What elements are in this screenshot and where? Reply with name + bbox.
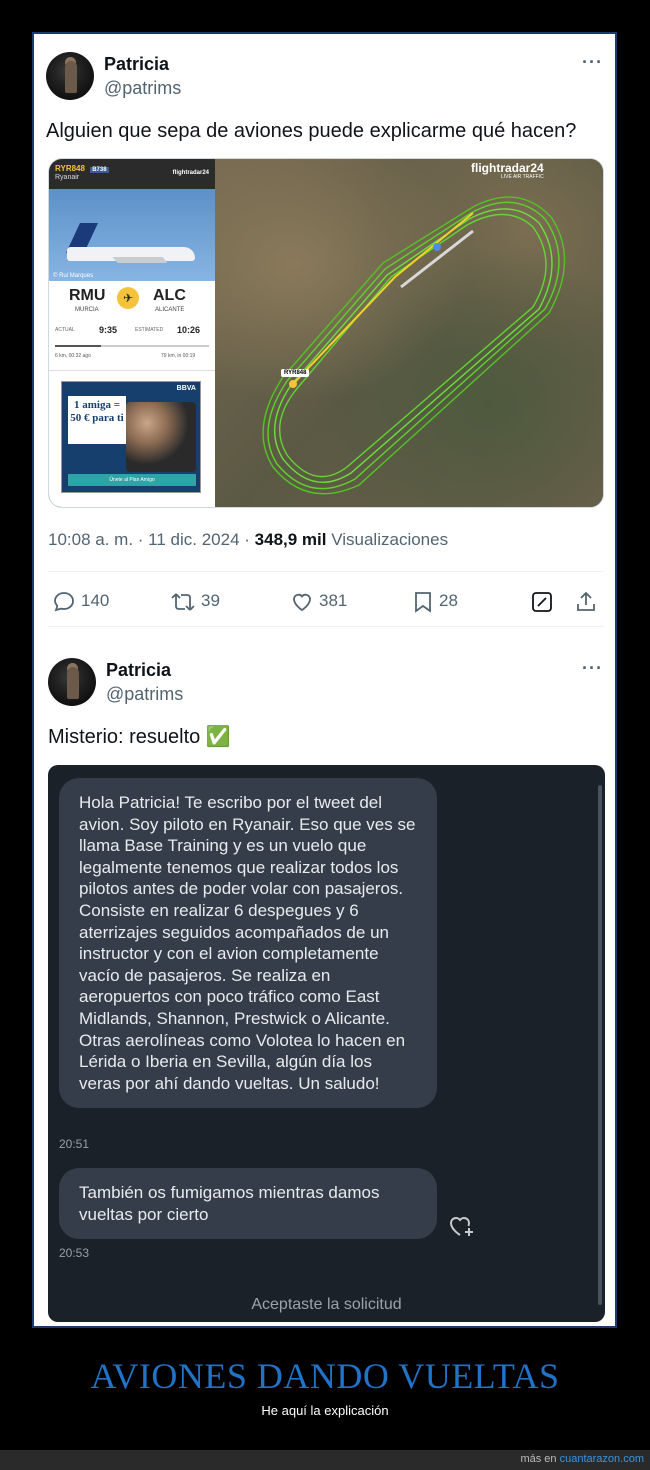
tweet-text: Misterio: resuelto ✅ — [48, 726, 231, 748]
ad-cta: Únete al Plan Amigo — [68, 474, 196, 486]
tweet-image[interactable]: RYR848 B738 Ryanair flightradar24 © Rui … — [48, 158, 604, 508]
retweet-button[interactable]: 39 — [170, 589, 220, 613]
avatar[interactable] — [48, 658, 96, 706]
share-icon — [577, 591, 595, 611]
fr24-logo-text: flightradar24 — [471, 161, 544, 175]
bookmark-icon — [415, 591, 431, 613]
callsign-tag: RYR848 — [281, 369, 310, 377]
views-label: Visualizaciones — [331, 530, 449, 549]
distance-remaining: 79 km, in 00:19 — [161, 353, 196, 359]
aircraft-type: B738 — [90, 167, 109, 173]
satellite-map: flightradar24 LIVE AIR TRAFFIC RYR848 — [215, 159, 603, 507]
estimated-time: 10:26 — [177, 325, 201, 335]
actual-time: 9:35 — [99, 325, 118, 335]
flight-track — [262, 196, 566, 495]
footer-credit: más en cuantarazon.com — [520, 1453, 644, 1465]
username[interactable]: @patrims — [104, 78, 181, 99]
reply-icon — [54, 591, 74, 611]
estimated-label: ESTIMATED — [135, 327, 164, 333]
dm-screenshot[interactable]: Hola Patricia! Te escribo por el tweet d… — [48, 765, 605, 1322]
like-count: 381 — [319, 591, 348, 610]
divider — [48, 626, 604, 627]
display-name[interactable]: Patricia — [106, 660, 171, 681]
grok-icon — [532, 591, 552, 612]
flightradar24-logo: flightradar24 LIVE AIR TRAFFIC — [471, 161, 544, 180]
tweet-meta: 10:08 a. m. · 11 dic. 2024 · 348,9 mil V… — [48, 530, 448, 550]
distance-flown: 6 km, 00:32 ago — [55, 353, 91, 359]
display-name[interactable]: Patricia — [104, 54, 169, 75]
message-bubble: Hola Patricia! Te escribo por el tweet d… — [59, 778, 437, 1109]
origin-code: RMU — [69, 287, 106, 304]
retweet-icon — [171, 592, 195, 611]
post-subtitle: He aquí la explicación — [261, 1403, 389, 1418]
ad-text: 1 amiga = 50 € para ti — [68, 396, 126, 444]
origin-city: MURCIA — [75, 307, 99, 313]
more-options-icon[interactable]: ··· — [582, 658, 603, 679]
bbva-ad: BBVA 1 amiga = 50 € para ti Únete al Pla… — [61, 381, 201, 493]
site-link[interactable]: cuantarazon.com — [560, 1453, 644, 1465]
message-timestamp: 20:53 — [59, 1246, 90, 1260]
fr24-small-logo: flightradar24 — [172, 170, 209, 176]
aircraft-photo: © Rui Marques — [49, 189, 215, 281]
route-info: RMU MURCIA ✈ ALC ALICANTE ACTUAL 9:35 ES… — [49, 281, 215, 371]
footer-bar: más en cuantarazon.com — [0, 1450, 650, 1470]
views-count: 348,9 mil — [254, 530, 327, 549]
ad-brand: BBVA — [176, 385, 196, 392]
heart-icon — [293, 593, 311, 611]
reply-count: 140 — [81, 591, 110, 610]
scrollbar[interactable] — [598, 785, 602, 1305]
destination-code: ALC — [153, 287, 186, 304]
message-bubble: También os fumigamos mientras damos vuel… — [59, 1168, 437, 1240]
share-button[interactable] — [574, 589, 603, 613]
request-accepted-notice: Aceptaste la solicitud — [251, 1296, 402, 1313]
ad-photo — [126, 402, 196, 472]
avatar[interactable] — [46, 52, 94, 100]
bookmark-button[interactable]: 28 — [412, 589, 458, 613]
divider — [48, 571, 604, 572]
retweet-count: 39 — [201, 591, 220, 610]
bookmark-count: 28 — [439, 591, 458, 610]
flight-progress-bar — [55, 345, 209, 347]
grok-button[interactable] — [530, 589, 559, 613]
flight-number: RYR848 — [55, 164, 85, 173]
tweet-text: Alguien que sepa de aviones puede explic… — [46, 120, 577, 142]
plane-icon: ✈ — [117, 287, 139, 309]
like-button[interactable]: 381 — [290, 589, 347, 613]
flight-header: RYR848 B738 Ryanair flightradar24 — [49, 159, 215, 189]
footer-prefix: más en — [520, 1453, 557, 1465]
message-timestamp: 20:51 — [59, 1137, 90, 1151]
post-title: AVIONES DANDO VUELTAS — [90, 1356, 560, 1396]
actual-label: ACTUAL — [55, 327, 75, 333]
reply-button[interactable]: 140 — [52, 589, 109, 613]
more-options-icon[interactable]: ··· — [582, 52, 603, 73]
screenshot-frame: Patricia @patrims ··· Alguien que sepa d… — [32, 32, 617, 1328]
username[interactable]: @patrims — [106, 684, 183, 705]
flight-info-panel: RYR848 B738 Ryanair flightradar24 © Rui … — [49, 159, 215, 507]
tweet-timestamp[interactable]: 10:08 a. m. · 11 dic. 2024 · — [48, 530, 250, 549]
photo-credit: © Rui Marques — [53, 273, 94, 279]
heart-plus-icon[interactable] — [448, 1213, 476, 1244]
destination-city: ALICANTE — [155, 307, 185, 313]
